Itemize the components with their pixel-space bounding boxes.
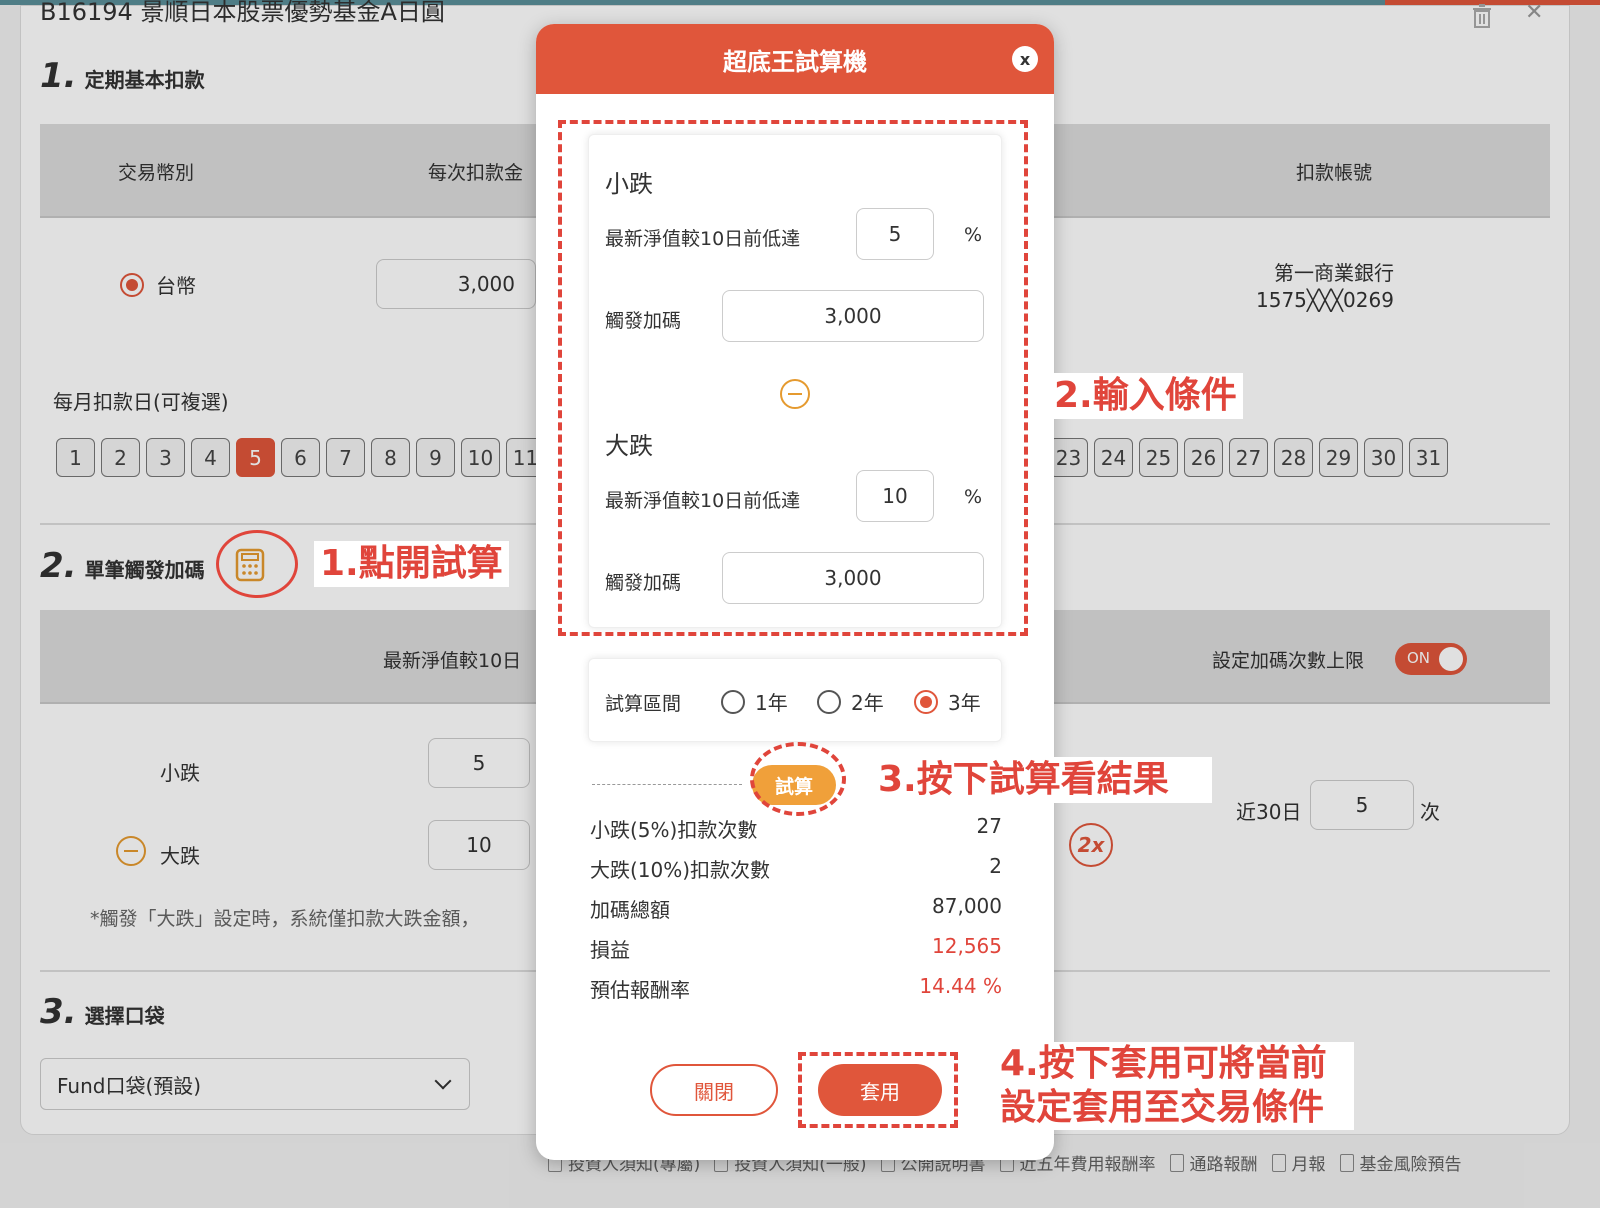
annotation-box-conditions — [558, 120, 1028, 636]
document-link-label: 通路報酬 — [1189, 1155, 1258, 1175]
result-label: 加碼總額 — [590, 898, 670, 922]
document-link-label: 月報 — [1291, 1155, 1326, 1175]
document-link[interactable]: 通路報酬 — [1169, 1150, 1258, 1175]
period-option-label: 2年 — [851, 691, 884, 715]
period-option-label: 1年 — [755, 691, 788, 715]
separator-line — [592, 784, 742, 785]
pdf-icon — [1169, 1153, 1184, 1172]
period-option-1y[interactable]: 1年 — [721, 687, 788, 716]
radio-selected-icon — [914, 689, 938, 714]
result-value: 27 — [976, 814, 1002, 838]
annotation-step4-line1: 4.按下套用可將當前 — [1000, 1043, 1327, 1084]
radio-icon — [817, 689, 841, 714]
document-link[interactable]: 月報 — [1271, 1150, 1326, 1175]
annotation-step4: 4.按下套用可將當前 設定套用至交易條件 — [994, 1042, 1354, 1130]
period-option-label: 3年 — [948, 691, 981, 715]
result-label: 損益 — [590, 938, 630, 962]
result-row: 預估報酬率 14.44 % — [590, 974, 1002, 1003]
result-row: 小跌(5%)扣款次數 27 — [590, 814, 1002, 843]
result-row: 大跌(10%)扣款次數 2 — [590, 854, 1002, 883]
result-label: 預估報酬率 — [590, 978, 690, 1002]
annotation-circle-calculator — [216, 530, 298, 598]
result-value: 14.44 % — [919, 974, 1002, 998]
period-label: 試算區間 — [605, 693, 682, 715]
annotation-box-apply — [798, 1052, 958, 1128]
annotation-step4-line2: 設定套用至交易條件 — [1000, 1087, 1325, 1128]
annotation-circle-calculate — [750, 742, 846, 816]
modal-close-button[interactable]: x — [1012, 46, 1038, 72]
annotation-step2: 2.輸入條件 — [1048, 373, 1243, 419]
document-link[interactable]: 基金風險預告 — [1339, 1150, 1462, 1175]
result-label: 大跌(10%)扣款次數 — [590, 858, 771, 882]
pdf-icon — [1339, 1153, 1354, 1172]
result-value: 87,000 — [932, 894, 1002, 918]
result-value: 2 — [989, 854, 1002, 878]
document-link-label: 基金風險預告 — [1359, 1155, 1462, 1175]
result-row: 損益 12,565 — [590, 934, 1002, 963]
result-label: 小跌(5%)扣款次數 — [590, 818, 758, 842]
modal-title: 超底王試算機 — [536, 24, 1054, 94]
result-value: 12,565 — [932, 934, 1002, 958]
result-row: 加碼總額 87,000 — [590, 894, 1002, 923]
radio-icon — [721, 689, 745, 714]
period-option-2y[interactable]: 2年 — [817, 687, 884, 716]
close-button[interactable]: 關閉 — [650, 1064, 778, 1116]
period-option-3y[interactable]: 3年 — [914, 687, 981, 716]
annotation-step1: 1.點開試算 — [314, 541, 509, 587]
pdf-icon — [1271, 1153, 1286, 1172]
annotation-step3: 3.按下試算看結果 — [872, 757, 1212, 803]
